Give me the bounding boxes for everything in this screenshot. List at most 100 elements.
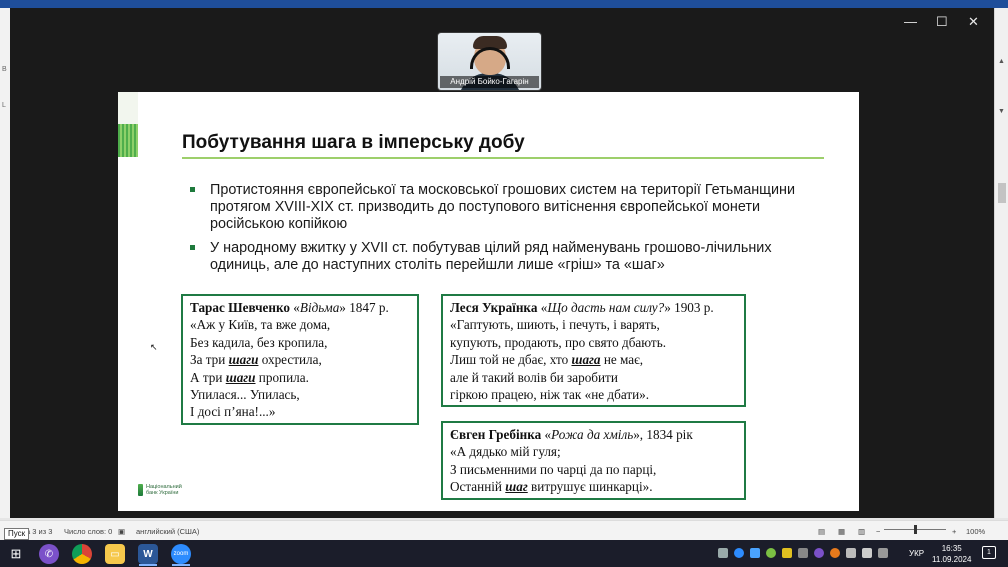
word-status-bar: а 3 из 3 Число слов: 0 ▣ английский (США… [0, 520, 1008, 540]
bullet-text: У народному вжитку у XVII ст. побутував … [210, 240, 772, 273]
read-mode-icon[interactable]: ▤ [818, 527, 825, 536]
quote-text: А три [190, 369, 226, 385]
quote-box-hrebinka: Євген Гребінка «Рожа да хміль», 1834 рік… [441, 421, 746, 500]
start-tooltip: Пуск [4, 528, 30, 540]
slide-corner-accent [118, 92, 138, 124]
zoom-in-icon[interactable]: + [952, 527, 956, 536]
close-icon[interactable]: ✕ [968, 14, 979, 30]
bluetooth-icon[interactable] [750, 548, 760, 558]
quote-author: Євген Гребінка [450, 427, 542, 442]
slide-pattern-decoration [118, 124, 138, 157]
title-underline [182, 157, 824, 159]
highlighted-word: шаги [225, 369, 256, 385]
quote-line: А три шаги пропила. [190, 369, 410, 386]
web-layout-icon[interactable]: ▥ [858, 527, 865, 536]
nbu-logo-text: Національний банк України [146, 484, 182, 496]
quote-text: Лиш той не дбає, хто [450, 352, 572, 368]
participant-video-tile[interactable]: Андрій Бойко-Гагарін [437, 32, 542, 91]
chrome-icon[interactable] [72, 544, 92, 564]
active-app-indicator [139, 564, 157, 566]
quote-text: пропила. [255, 369, 309, 385]
status-page-count[interactable]: а 3 из 3 [26, 527, 52, 536]
quote-heading: Леся Українка «Що дасть нам силу?» 1903 … [450, 299, 737, 316]
bullet-item: У народному вжитку у XVII ст. побутував … [190, 240, 830, 274]
security-tray-icon[interactable] [782, 548, 792, 558]
quote-author: Леся Українка [450, 300, 538, 315]
quote-open-mark: « [290, 300, 300, 315]
bullet-item: Протистояння європейської та московської… [190, 182, 830, 233]
zoom-tray-icon[interactable] [734, 548, 744, 558]
quote-box-ukrainka: Леся Українка «Що дасть нам силу?» 1903 … [441, 294, 746, 407]
windows-taskbar: ⊞ ✆ ▭ W zoom УКР 16:35 11.09.2024 1 [0, 540, 1008, 567]
word-left-letter: L [2, 102, 6, 109]
quote-year: », 1834 рік [633, 427, 693, 442]
quote-line: Останній шаг витрушує шинкарці». [450, 478, 737, 495]
highlighted-word: шага [571, 352, 601, 368]
network-icon[interactable] [718, 548, 728, 558]
zoom-slider-knob[interactable] [914, 525, 917, 534]
quote-open-mark: « [537, 300, 548, 315]
quote-work-title: Рожа да хміль [551, 427, 634, 442]
scroll-up-icon[interactable]: ▲ [998, 58, 1005, 65]
quote-text: За три [190, 352, 229, 368]
highlighted-word: шаги [228, 352, 259, 368]
slide-title: Побутування шага в імперську добу [182, 132, 525, 153]
quote-line: За три шаги охрестила, [190, 351, 410, 368]
file-explorer-icon[interactable]: ▭ [105, 544, 125, 564]
status-zoom-level[interactable]: 100% [966, 527, 985, 536]
notifications-icon[interactable]: 1 [982, 546, 996, 559]
quote-heading: Євген Гребінка «Рожа да хміль», 1834 рік [450, 426, 737, 443]
active-app-indicator [172, 564, 190, 566]
quote-text: охрестила, [258, 352, 322, 368]
battery-icon[interactable] [798, 548, 808, 558]
quote-work-title: Відьма [299, 300, 340, 315]
highlighted-word: шаг [505, 479, 528, 495]
quote-heading: Тарас Шевченко «Відьма» 1847 р. [190, 299, 410, 316]
input-language[interactable]: УКР [909, 549, 924, 558]
wifi-icon[interactable] [846, 548, 856, 558]
quote-line: З письменними по чарці да по парці, [450, 461, 657, 477]
proofing-icon[interactable]: ▣ [118, 527, 125, 536]
quote-line: купують, продають, про свято дбають. [450, 334, 667, 350]
bullet-text: Протистояння європейської та московської… [210, 182, 796, 232]
zoom-out-icon[interactable]: − [876, 527, 880, 536]
windows-start-icon[interactable]: ⊞ [6, 544, 26, 564]
nbu-logo-line: банк України [146, 490, 179, 496]
zoom-app-icon[interactable]: zoom [171, 544, 191, 564]
quote-text: не має, [600, 352, 644, 368]
status-word-count[interactable]: Число слов: 0 [64, 527, 112, 536]
print-layout-icon[interactable]: ▦ [838, 527, 845, 536]
app2-tray-icon[interactable] [830, 548, 840, 558]
scroll-down-icon[interactable]: ▼ [998, 108, 1005, 115]
mouse-cursor-icon: ↖ [150, 342, 158, 352]
clock-date: 11.09.2024 [932, 555, 972, 564]
viber-icon[interactable]: ✆ [39, 544, 59, 564]
bullet-square-icon [190, 187, 195, 192]
app-tray-icon[interactable] [766, 548, 776, 558]
clock-time: 16:35 [941, 544, 962, 553]
quote-line: гіркою працею, ніж так «не дбати». [450, 387, 650, 403]
quote-line: Лиш той не дбає, хто шага не має, [450, 351, 737, 368]
word-icon[interactable]: W [138, 544, 158, 564]
quote-year: » 1903 р. [664, 300, 714, 315]
quote-year: » 1847 р. [339, 300, 389, 315]
keyboard-icon[interactable] [878, 548, 888, 558]
status-language[interactable]: английский (США) [136, 527, 199, 536]
word-scrollbar[interactable]: ▲ ▼ [994, 8, 1008, 518]
quote-line: «А дядько мій гуля; [450, 444, 561, 460]
quote-line: Упилася... Упилась, [190, 387, 300, 403]
scrollbar-thumb[interactable] [998, 183, 1006, 203]
bullet-square-icon [190, 245, 195, 250]
shared-slide: Побутування шага в імперську добу Протис… [118, 92, 859, 511]
nbu-logo-icon [138, 484, 143, 496]
window-controls: — ☐ ✕ [904, 14, 979, 30]
maximize-icon[interactable]: ☐ [936, 14, 948, 30]
quote-line: І досі п’яна!...» [190, 404, 276, 420]
minimize-icon[interactable]: — [904, 14, 917, 30]
quote-text: витрушує шинкарці». [527, 479, 653, 495]
quote-box-shevchenko: Тарас Шевченко «Відьма» 1847 р. «Аж у Ки… [181, 294, 419, 425]
volume-icon[interactable] [862, 548, 872, 558]
taskbar-clock[interactable]: 16:35 11.09.2024 [932, 543, 971, 565]
viber-tray-icon[interactable] [814, 548, 824, 558]
nbu-logo: Національний банк України [138, 484, 182, 496]
